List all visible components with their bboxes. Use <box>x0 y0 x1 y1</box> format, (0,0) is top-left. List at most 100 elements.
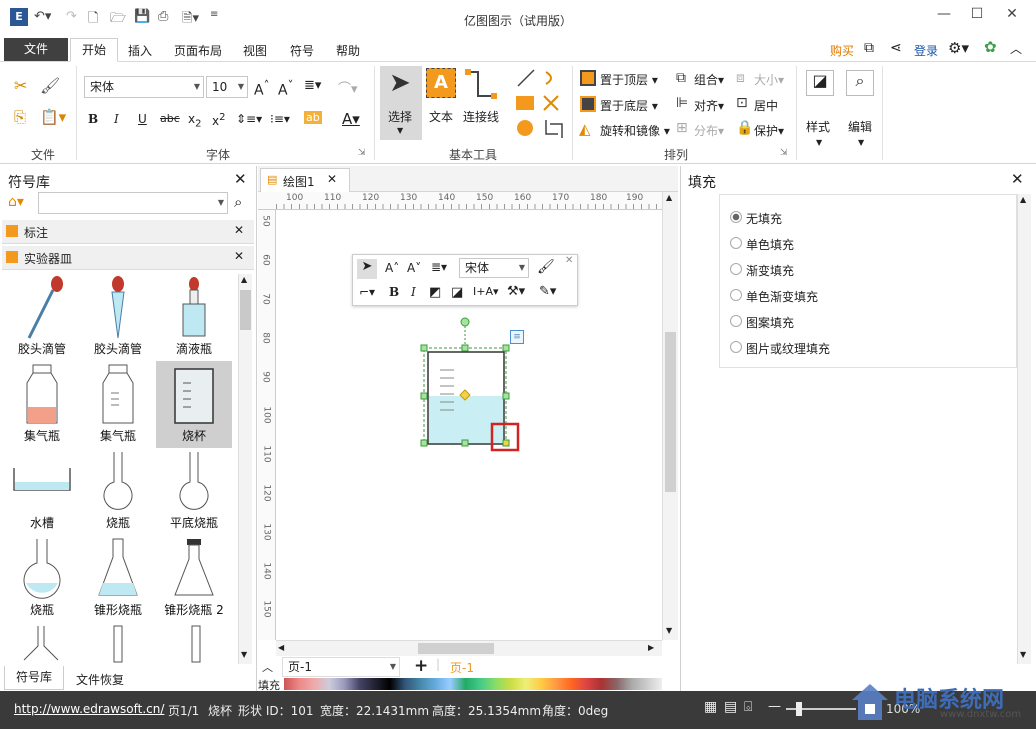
option-no-fill[interactable]: 无填充 <box>746 210 782 227</box>
font-size-select[interactable]: 10 ▼ <box>206 76 248 98</box>
text-highlight-icon[interactable]: ab <box>304 111 322 124</box>
library-scrollbar[interactable]: ▲ ▼ <box>238 274 252 664</box>
format-painter-icon[interactable]: 🖌 <box>40 76 60 95</box>
canvas-horizontal-scrollbar[interactable]: ◀ ▶ <box>276 640 662 656</box>
subscript-icon[interactable]: x2 <box>188 112 201 129</box>
edit-shape-icon[interactable]: ✎▾ <box>539 284 556 299</box>
protect-button[interactable]: 保护▾ <box>754 122 784 139</box>
minimize-button[interactable]: — <box>930 6 958 26</box>
library-home-icon[interactable]: ⌂▾ <box>8 194 24 210</box>
strikethrough-icon[interactable]: abc <box>160 112 180 125</box>
center-button[interactable]: 居中 <box>754 97 778 114</box>
align-icon[interactable]: ≣▾ <box>304 78 321 93</box>
size-button[interactable]: 大小▾ <box>754 71 784 88</box>
connector-tool-icon[interactable] <box>464 68 498 102</box>
radio-no-fill[interactable] <box>730 211 742 223</box>
tab-symbol[interactable]: 符号 <box>290 42 314 59</box>
style-icon[interactable]: ◪ <box>806 70 834 96</box>
library-close-icon[interactable]: ✕ <box>234 170 247 188</box>
copy-icon[interactable]: ⎘ <box>14 108 26 126</box>
color-palette[interactable]: 填充 <box>258 677 678 692</box>
font-family-select[interactable]: 宋体 ▼ <box>84 76 204 98</box>
category-close-icon[interactable]: ✕ <box>234 223 244 237</box>
find-icon[interactable]: ⌕ <box>846 70 874 96</box>
website-link[interactable]: http://www.edrawsoft.cn/ <box>14 702 164 716</box>
bullet-list-icon[interactable]: ⁝≡▾ <box>270 112 290 126</box>
tab-symbol-library[interactable]: 符号库 <box>4 666 64 690</box>
option-picture-fill[interactable]: 图片或纹理填充 <box>746 340 830 357</box>
connector-tool-label[interactable]: 连接线 <box>463 108 499 125</box>
bring-front-button[interactable]: 置于顶层 ▾ <box>600 71 658 88</box>
shape-action-icon[interactable]: ≡ <box>510 330 524 344</box>
skin-icon[interactable]: ✿ <box>984 38 997 56</box>
style-button[interactable]: 样式 <box>806 118 830 135</box>
buy-link[interactable]: 购买 <box>830 42 854 59</box>
tab-insert[interactable]: 插入 <box>128 42 152 59</box>
login-link[interactable]: 登录 <box>914 42 938 59</box>
canvas-vertical-scrollbar[interactable]: ▲ ▼ <box>662 192 678 640</box>
underline-icon[interactable]: U <box>138 112 147 126</box>
send-back-icon[interactable]: ◪ <box>451 285 463 300</box>
text-position-icon[interactable]: I+A▾ <box>473 285 499 298</box>
search-icon[interactable]: ⌕ <box>234 193 242 211</box>
presentation-icon[interactable]: ⌺ <box>744 699 752 715</box>
connector-style-icon[interactable]: ⌐▾ <box>359 285 375 299</box>
cut-icon[interactable]: ✂ <box>14 76 27 95</box>
tab-page-layout[interactable]: 页面布局 <box>174 42 222 59</box>
shape-flask[interactable]: 烧瓶 <box>80 448 156 535</box>
page-tab[interactable]: 页-1 <box>450 659 474 676</box>
tab-view[interactable]: 视图 <box>243 42 267 59</box>
page-select[interactable]: 页-1 ▼ <box>282 657 400 677</box>
maximize-button[interactable]: ☐ <box>963 6 991 26</box>
shape-gas-bottle-1[interactable]: 集气瓶 <box>4 361 80 448</box>
shape-gas-bottle-2[interactable]: 集气瓶 <box>80 361 156 448</box>
category-callout[interactable]: 标注 ✕ <box>2 220 254 244</box>
collapse-page-bar-icon[interactable]: ︿ <box>262 659 273 675</box>
tab-file-recovery[interactable]: 文件恢复 <box>76 671 124 688</box>
shape-beaker[interactable]: 烧杯 <box>156 361 232 448</box>
group-button[interactable]: 组合▾ <box>694 71 724 88</box>
distribute-button[interactable]: 分布▾ <box>694 122 724 139</box>
rotate-mirror-button[interactable]: 旋转和镜像 ▾ <box>600 122 670 139</box>
option-gradient-fill[interactable]: 渐变填充 <box>746 262 794 279</box>
text-tool-icon[interactable]: A <box>426 68 456 98</box>
floating-font-select[interactable]: 宋体 ▼ <box>459 258 529 278</box>
share-panel-icon[interactable]: ⧉ <box>864 40 874 56</box>
text-tool-label[interactable]: 文本 <box>429 108 453 125</box>
font-color-icon[interactable]: A▾ <box>342 110 360 128</box>
tab-help[interactable]: 帮助 <box>336 42 360 59</box>
bold-icon[interactable]: B <box>88 112 98 126</box>
select-tool-button[interactable]: ➤ 选择 ▼ <box>380 66 422 140</box>
shape-dropper-2[interactable]: 胶头滴管 <box>80 274 156 361</box>
option-single-gradient-fill[interactable]: 单色渐变填充 <box>746 288 818 305</box>
share-icon[interactable]: ⋖ <box>890 40 902 56</box>
add-page-icon[interactable]: + <box>414 656 428 676</box>
radio-single-gradient-fill[interactable] <box>730 289 742 301</box>
edit-button[interactable]: 编辑 <box>848 118 872 135</box>
option-pattern-fill[interactable]: 图案填充 <box>746 314 794 331</box>
shape-water-trough[interactable]: 水槽 <box>4 448 80 535</box>
bold-icon[interactable]: B <box>389 285 399 299</box>
line-style-icon[interactable]: ⌒▾ <box>338 78 358 97</box>
toolbar-close-icon[interactable]: ✕ <box>565 255 573 266</box>
drawing-canvas[interactable]: ➤ A˄ A˅ ≣▾ 宋体 ▼ 🖌 ✕ ⌐▾ B I ◩ ◪ I+A▾ ⚒▾ ✎▾… <box>276 210 662 640</box>
grow-font-icon[interactable]: A˄ <box>254 78 269 99</box>
pointer-icon[interactable]: ➤ <box>357 259 377 279</box>
shape-erlenmeyer-flask-2[interactable]: 锥形烧瓶 2 <box>156 535 232 622</box>
superscript-icon[interactable]: x2 <box>212 112 225 128</box>
category-close-icon[interactable]: ✕ <box>234 249 244 263</box>
paste-icon[interactable]: 📋▾ <box>40 108 66 126</box>
zoom-slider-thumb[interactable] <box>796 702 802 716</box>
format-painter-icon[interactable]: 🖌 <box>537 259 555 275</box>
align-button[interactable]: 对齐▾ <box>694 97 724 114</box>
shape-dropping-bottle[interactable]: 滴液瓶 <box>156 274 232 361</box>
ribbon-collapse-icon[interactable]: ︿ <box>1010 40 1022 57</box>
grow-font-icon[interactable]: A˄ <box>385 261 399 275</box>
italic-icon[interactable]: I <box>411 285 416 299</box>
arrange-dialog-launcher-icon[interactable]: ⇲ <box>780 148 788 158</box>
shape-flask-2[interactable]: 烧瓶 <box>4 535 80 622</box>
library-search-input[interactable]: ▼ <box>38 192 228 214</box>
shape-erlenmeyer-flask[interactable]: 锥形烧瓶 <box>80 535 156 622</box>
shape-dropper-1[interactable]: 胶头滴管 <box>4 274 80 361</box>
font-dialog-launcher-icon[interactable]: ⇲ <box>358 148 366 158</box>
